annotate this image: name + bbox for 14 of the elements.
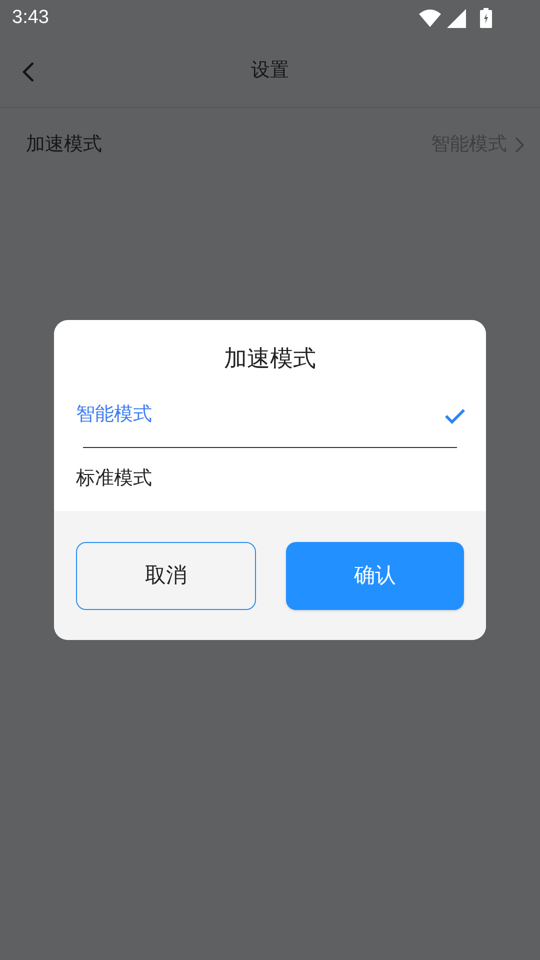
option-item[interactable]: 标准模式 [54, 448, 486, 511]
chevron-right-icon [515, 137, 524, 153]
page-title: 设置 [251, 59, 289, 84]
confirm-button[interactable]: 确认 [286, 542, 464, 610]
back-icon [21, 61, 35, 83]
signal-icon [447, 8, 466, 28]
wifi-icon [419, 9, 441, 27]
setting-label: 加速模式 [26, 132, 102, 157]
dialog-title: 加速模式 [224, 344, 316, 373]
option-item[interactable]: 智能模式 [54, 384, 486, 447]
battery-icon [480, 8, 492, 28]
checkmark-icon [444, 408, 466, 424]
status-time: 3:43 [12, 6, 49, 30]
cancel-button[interactable]: 取消 [76, 542, 256, 610]
